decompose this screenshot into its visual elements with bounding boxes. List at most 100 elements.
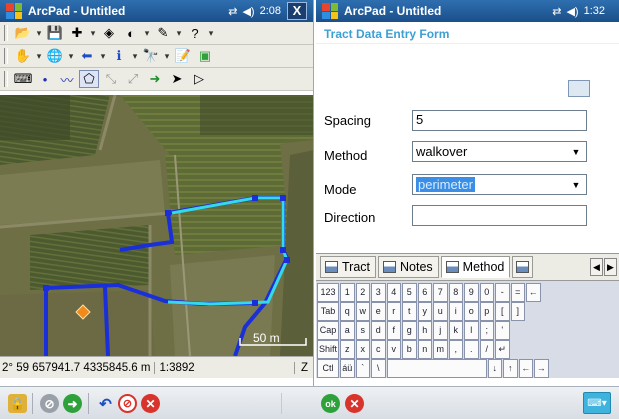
chevron-down-icon[interactable]: ▾: [35, 51, 43, 62]
keyboard-key[interactable]: w: [355, 302, 370, 321]
map-svg[interactable]: [0, 95, 314, 356]
chevron-left-icon[interactable]: ◀: [590, 258, 603, 276]
toolbar-grip[interactable]: [4, 71, 8, 87]
clock[interactable]: 2:08: [260, 5, 281, 17]
keyboard-icon[interactable]: ⌨: [13, 70, 33, 88]
windows-logo-icon[interactable]: [6, 3, 22, 19]
delete-icon[interactable]: ✕: [141, 394, 160, 413]
save-icon[interactable]: 💾: [45, 24, 65, 42]
keyboard-key[interactable]: 0: [479, 283, 494, 302]
signal-icon[interactable]: ⇄: [228, 5, 237, 18]
find-icon[interactable]: 🔭: [141, 47, 161, 65]
keyboard-key[interactable]: Cap: [317, 321, 339, 340]
keyboard-key[interactable]: 123: [317, 283, 339, 302]
spacing-input[interactable]: 5: [412, 110, 587, 131]
tab-method[interactable]: Method: [440, 256, 511, 278]
keyboard-key[interactable]: áü: [340, 359, 355, 378]
chevron-down-icon[interactable]: ▼: [569, 180, 583, 190]
layers-icon[interactable]: ◈: [99, 24, 119, 42]
keyboard-key[interactable]: j: [433, 321, 448, 340]
volume-icon[interactable]: ◀︎): [242, 5, 254, 18]
select-arrow-icon[interactable]: ➤: [167, 70, 187, 88]
toolbar-grip[interactable]: [4, 48, 8, 64]
gps-go-icon[interactable]: ➜: [145, 70, 165, 88]
vertex-edit-icon[interactable]: ⤡: [101, 70, 121, 88]
keyboard-key[interactable]: .: [464, 340, 479, 359]
tab-more[interactable]: [512, 256, 534, 278]
z-readout[interactable]: Z: [293, 361, 313, 374]
volume-icon[interactable]: ◀︎): [566, 5, 578, 18]
keyboard-key[interactable]: 6: [417, 283, 432, 302]
keyboard-key[interactable]: [386, 359, 487, 378]
keyboard-key[interactable]: z: [340, 340, 355, 359]
keyboard-key[interactable]: p: [479, 302, 494, 321]
map-canvas[interactable]: 50 m: [0, 95, 314, 356]
lock-icon[interactable]: 🔒: [8, 394, 27, 413]
chevron-down-icon[interactable]: ▾: [207, 28, 215, 39]
keyboard-key[interactable]: 8: [448, 283, 463, 302]
undo-icon[interactable]: ↶: [96, 394, 115, 413]
select-outline-icon[interactable]: ▷: [189, 70, 209, 88]
chevron-right-icon[interactable]: ▶: [604, 258, 617, 276]
vertex-add-icon[interactable]: ⤢: [123, 70, 143, 88]
toolbar-grip[interactable]: [4, 25, 8, 41]
method-select[interactable]: walkover ▼: [412, 141, 587, 162]
polygon-icon[interactable]: ⬠: [79, 70, 99, 88]
keyboard-key[interactable]: i: [448, 302, 463, 321]
keyboard-key[interactable]: o: [464, 302, 479, 321]
keyboard-key[interactable]: m: [433, 340, 448, 359]
keyboard-key[interactable]: `: [355, 359, 370, 378]
clock[interactable]: 1:32: [584, 5, 605, 17]
identify-icon[interactable]: ℹ: [109, 47, 129, 65]
keyboard-key[interactable]: n: [417, 340, 432, 359]
keyboard-key[interactable]: /: [479, 340, 494, 359]
keyboard-key[interactable]: Ctl: [317, 359, 339, 378]
keyboard-key[interactable]: Tab: [317, 302, 339, 321]
keyboard-key[interactable]: ]: [510, 302, 525, 321]
keyboard-key[interactable]: g: [402, 321, 417, 340]
keyboard-key[interactable]: b: [402, 340, 417, 359]
point-icon[interactable]: •: [35, 70, 55, 88]
keyboard-key[interactable]: a: [340, 321, 355, 340]
scale-readout[interactable]: 1:3892: [154, 361, 195, 374]
globe-zoom-icon[interactable]: 🌐: [45, 47, 65, 65]
keyboard-key[interactable]: 9: [464, 283, 479, 302]
keyboard-key[interactable]: d: [371, 321, 386, 340]
keyboard-key[interactable]: ': [495, 321, 510, 340]
chevron-down-icon[interactable]: ▾: [67, 51, 75, 62]
keyboard-key[interactable]: 1: [340, 283, 355, 302]
chevron-down-icon[interactable]: ▾: [35, 28, 43, 39]
ok-button[interactable]: ok: [321, 394, 340, 413]
signal-icon[interactable]: ⇄: [552, 5, 561, 18]
form-icon[interactable]: ▣: [195, 47, 215, 65]
keyboard-key[interactable]: 7: [433, 283, 448, 302]
go-arrow-icon[interactable]: ➜: [63, 394, 82, 413]
help-icon[interactable]: ?: [185, 24, 205, 42]
keyboard-key[interactable]: ←: [518, 359, 533, 378]
keyboard-key[interactable]: 5: [402, 283, 417, 302]
keyboard-key[interactable]: y: [417, 302, 432, 321]
keyboard-key[interactable]: r: [386, 302, 401, 321]
no-gps-icon[interactable]: ⊘: [118, 394, 137, 413]
keyboard-key[interactable]: u: [433, 302, 448, 321]
keyboard-key[interactable]: v: [386, 340, 401, 359]
keyboard-key[interactable]: l: [464, 321, 479, 340]
keyboard-key[interactable]: Shift: [317, 340, 339, 359]
keyboard-key[interactable]: f: [386, 321, 401, 340]
keyboard-key[interactable]: ,: [448, 340, 463, 359]
keyboard-key[interactable]: [: [495, 302, 510, 321]
keyboard-key[interactable]: k: [448, 321, 463, 340]
notes-icon[interactable]: 📝: [173, 47, 193, 65]
keyboard-key[interactable]: ↓: [487, 359, 502, 378]
keyboard-key[interactable]: ↑: [503, 359, 518, 378]
keyboard-toggle-button[interactable]: ⌨▾: [583, 392, 611, 414]
direction-input[interactable]: [412, 205, 587, 226]
cancel-button[interactable]: ✕: [345, 394, 364, 413]
mode-select[interactable]: perimeter ▼: [412, 174, 587, 195]
windows-logo-icon[interactable]: [322, 3, 338, 19]
keyboard-key[interactable]: s: [355, 321, 370, 340]
cancel-disabled-icon[interactable]: ⊘: [40, 394, 59, 413]
keyboard-key[interactable]: x: [355, 340, 370, 359]
keyboard-key[interactable]: -: [495, 283, 510, 302]
polyline-icon[interactable]: 〰: [57, 70, 77, 88]
